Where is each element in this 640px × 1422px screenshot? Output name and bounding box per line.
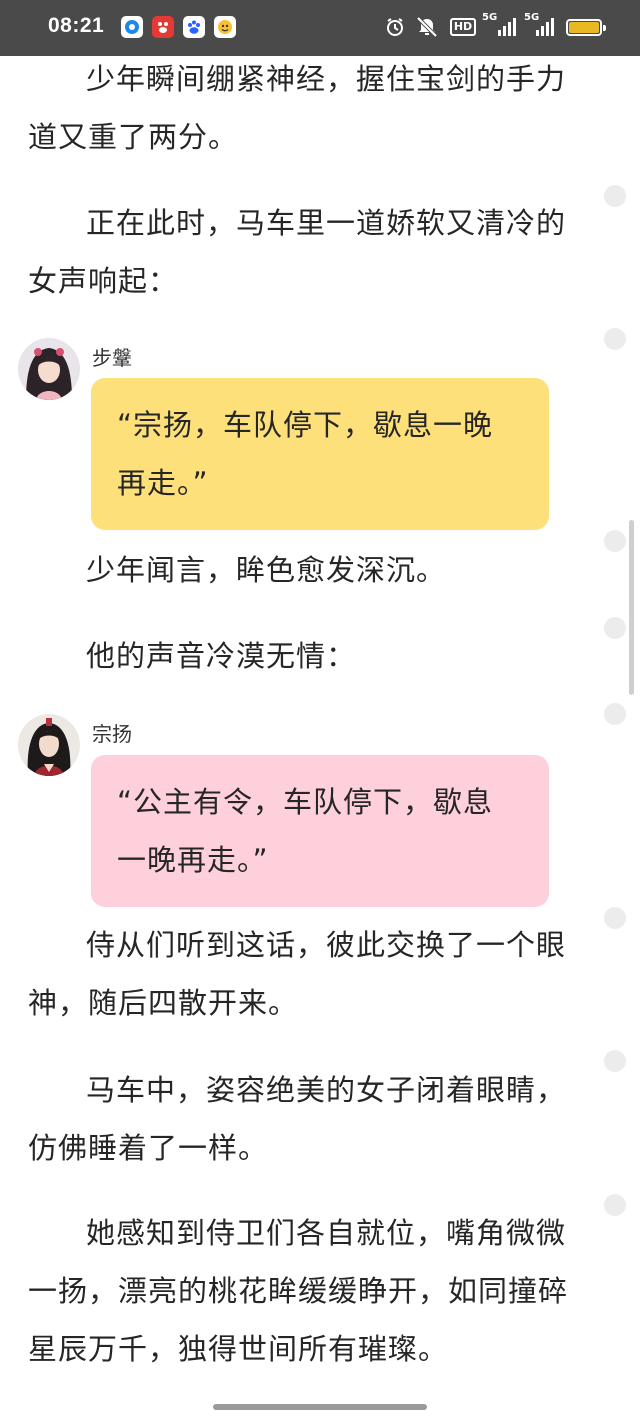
speaker-name: 步鞶 (92, 346, 132, 370)
alarm-icon (384, 16, 406, 38)
paragraph-comment-dot[interactable] (604, 1050, 626, 1072)
paragraph-comment-dot[interactable] (604, 530, 626, 552)
dialogue-bubble-pink: “公主有令，车队停下，歇息一晚再走。” (91, 755, 549, 907)
signal-5g-icon-2: 5G (524, 12, 558, 38)
story-paragraph: 少年闻言，眸色愈发深沉。 (86, 553, 447, 587)
story-paragraph: 他的声音冷漠无情： (86, 639, 357, 673)
story-paragraph: 马车中，姿容绝美的女子闭着眼睛，仿佛睡着了一样。 (28, 1073, 567, 1165)
mute-icon (414, 16, 440, 38)
story-paragraph: 侍从们听到这话，彼此交换了一个眼神，随后四散开来。 (28, 928, 567, 1020)
avatar[interactable] (18, 338, 80, 400)
dialogue-bubble-yellow: “宗扬，车队停下，歇息一晚再走。” (91, 378, 549, 530)
speaker-name: 宗扬 (92, 722, 132, 746)
browser-icon (121, 16, 143, 38)
pet-app-icon (214, 16, 236, 38)
signal-5g-label-2: 5G (524, 12, 540, 23)
story-paragraph: 正在此时，马车里一道娇软又清冷的女声响起： (28, 206, 567, 298)
status-bar: 08:21 HD 5G 5G (0, 0, 640, 56)
battery-icon (566, 19, 606, 36)
paragraph-comment-dot[interactable] (604, 907, 626, 929)
story-paragraph: 少年瞬间绷紧神经，握住宝剑的手力道又重了两分。 (28, 62, 567, 154)
paragraph-comment-dot[interactable] (604, 703, 626, 725)
paragraph-comment-dot[interactable] (604, 617, 626, 639)
hd-icon: HD (449, 16, 477, 38)
baidu-app-icon (152, 16, 174, 38)
signal-5g-icon: 5G (482, 12, 520, 38)
story-paragraph: 她感知到侍卫们各自就位，嘴角微微一扬，漂亮的桃花眸缓缓睁开，如同撞碎星辰万千，独… (28, 1216, 569, 1366)
paragraph-comment-dot[interactable] (604, 328, 626, 350)
signal-5g-label: 5G (482, 12, 498, 23)
scrollbar[interactable] (629, 520, 634, 695)
status-time: 08:21 (48, 14, 105, 37)
battery-fill (569, 22, 599, 33)
home-indicator[interactable] (213, 1404, 427, 1410)
paragraph-comment-dot[interactable] (604, 185, 626, 207)
avatar[interactable] (18, 714, 80, 776)
paragraph-comment-dot[interactable] (604, 1194, 626, 1216)
hd-label: HD (449, 18, 477, 36)
baidu-icon (183, 16, 205, 38)
